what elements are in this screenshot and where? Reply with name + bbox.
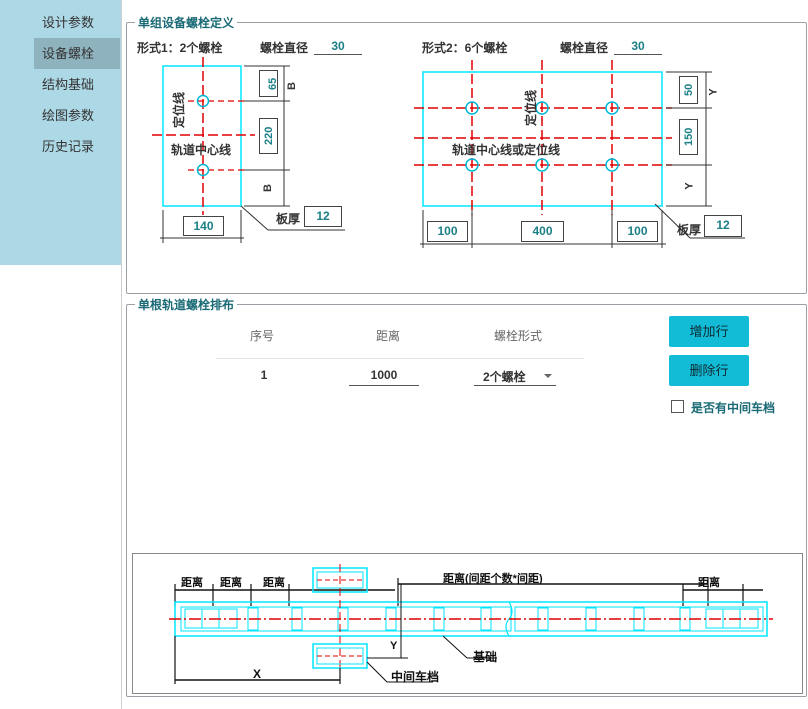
form2-dim-400-input[interactable]: 400 [521, 221, 564, 242]
middle-stop-checkbox-label: 是否有中间车档 [691, 401, 776, 415]
diagram-dist-label-1: 距离 [181, 577, 203, 589]
bolt-type-select[interactable]: 2个螺栓 [474, 366, 556, 386]
form2-dim-100-right-input[interactable]: 100 [617, 221, 658, 242]
diagram-dist-label-3: 距离 [263, 577, 285, 589]
table-cell-distance-input[interactable]: 1000 [349, 368, 419, 386]
chevron-down-icon [544, 374, 552, 378]
middle-stop-checkbox[interactable] [671, 400, 684, 413]
form2-plate-input[interactable]: 12 [704, 215, 742, 237]
form2-locator-label: 定位线 [524, 89, 538, 126]
rail-layout-diagram: 距离 距离 距离 距离(间距个数*间距) 距离 Y X 基础 中间车档 [132, 553, 803, 694]
form2-dim-50-input[interactable]: 50 [679, 76, 698, 104]
diagram-y-label: Y [390, 640, 398, 652]
diagram-dist-formula: 距离(间距个数*间距) [443, 573, 543, 585]
form2-dim-100-left-input[interactable]: 100 [427, 221, 468, 242]
bolt-type-select-value: 2个螺栓 [483, 370, 526, 384]
form2-y-bottom-label: Y [683, 182, 696, 190]
diagram-dist-label-2: 距离 [220, 577, 242, 589]
table-header-divider [216, 358, 584, 359]
table-header-bolt-type: 螺栓形式 [493, 329, 542, 343]
form2-center-label: 轨道中心线或定位线 [452, 143, 561, 157]
form2-plate-label: 板厚 [677, 223, 702, 237]
table-header-distance: 距离 [375, 329, 400, 343]
diagram-x-label: X [253, 667, 262, 681]
diagram-dist-label-4: 距离 [698, 577, 720, 589]
form2-dim-150-input[interactable]: 150 [679, 119, 698, 155]
diagram-base-label: 基础 [473, 650, 498, 664]
table-cell-index: 1 [260, 368, 268, 382]
table-header-index: 序号 [249, 329, 274, 343]
rail-bolt-layout-title: 单根轨道螺栓排布 [135, 296, 238, 313]
delete-row-button[interactable]: 删除行 [669, 355, 749, 386]
diagram-stop-label: 中间车档 [391, 670, 440, 684]
add-row-button[interactable]: 增加行 [669, 316, 749, 347]
form2-y-top-label: Y [707, 88, 720, 96]
